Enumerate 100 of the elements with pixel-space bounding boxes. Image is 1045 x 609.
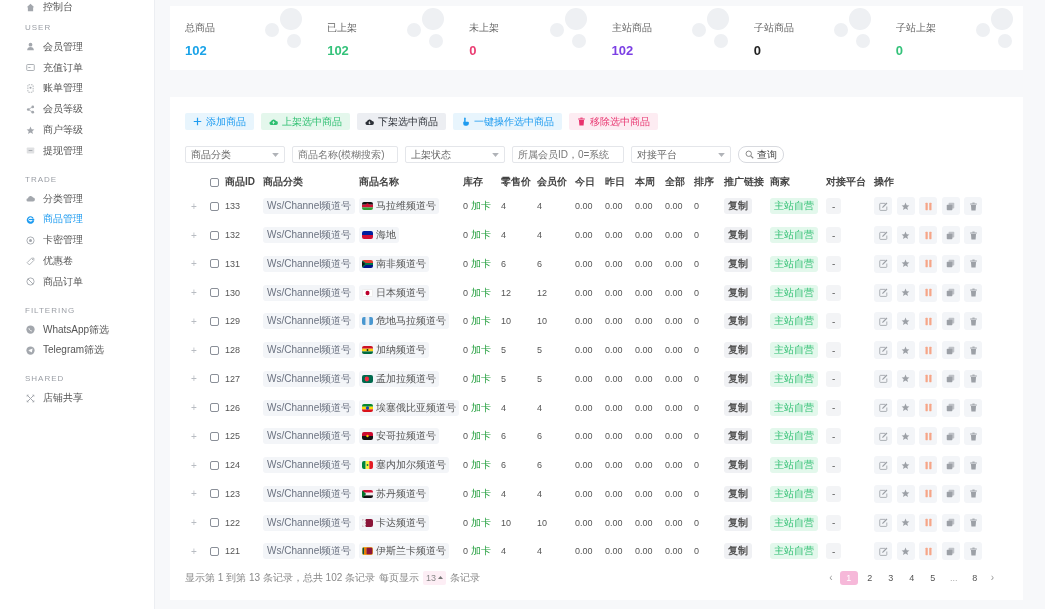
checkbox[interactable] <box>209 374 219 384</box>
checkbox[interactable] <box>209 345 219 355</box>
page-button[interactable]: 5 <box>923 570 942 585</box>
favorite-button[interactable] <box>896 312 915 331</box>
copy-link-button[interactable]: 复制 <box>724 370 752 387</box>
pause-button[interactable] <box>919 398 937 417</box>
copy-button[interactable] <box>941 197 960 216</box>
checkbox[interactable] <box>209 230 219 240</box>
edit-button[interactable] <box>874 283 892 302</box>
pause-button[interactable] <box>919 312 937 331</box>
delete-button[interactable] <box>964 226 982 245</box>
add-card-link[interactable]: 加卡 <box>471 486 491 501</box>
favorite-button[interactable] <box>896 283 915 302</box>
edit-button[interactable] <box>874 456 892 475</box>
copy-link-button[interactable]: 复制 <box>724 428 752 445</box>
copy-button[interactable] <box>941 254 960 273</box>
favorite-button[interactable] <box>896 398 915 417</box>
edit-button[interactable] <box>874 341 892 360</box>
add-card-link[interactable]: 加卡 <box>471 544 491 559</box>
add-card-link[interactable]: 加卡 <box>471 515 491 530</box>
add-card-link[interactable]: 加卡 <box>471 228 491 243</box>
edit-button[interactable] <box>874 312 892 331</box>
copy-button[interactable] <box>941 427 960 446</box>
copy-button[interactable] <box>941 542 960 561</box>
delete-button[interactable] <box>964 398 982 417</box>
favorite-button[interactable] <box>896 427 915 446</box>
checkbox[interactable] <box>209 403 219 413</box>
checkbox[interactable] <box>209 489 219 499</box>
sidebar-item[interactable]: 店铺共享 <box>0 387 154 409</box>
copy-link-button[interactable]: 复制 <box>724 485 752 502</box>
pause-button[interactable] <box>919 542 937 561</box>
pause-button[interactable] <box>919 369 937 388</box>
edit-button[interactable] <box>874 197 892 216</box>
edit-button[interactable] <box>874 398 892 417</box>
copy-button[interactable] <box>941 369 960 388</box>
add-card-link[interactable]: 加卡 <box>471 199 491 214</box>
copy-button[interactable] <box>941 456 960 475</box>
pause-button[interactable] <box>919 197 937 216</box>
add-card-link[interactable]: 加卡 <box>471 256 491 271</box>
pause-button[interactable] <box>919 341 937 360</box>
copy-button[interactable] <box>941 226 960 245</box>
edit-button[interactable] <box>874 427 892 446</box>
select-field[interactable]: 对接平台 <box>631 146 731 163</box>
pause-button[interactable] <box>919 427 937 446</box>
copy-link-button[interactable]: 复制 <box>724 457 752 474</box>
favorite-button[interactable] <box>896 369 915 388</box>
add-card-link[interactable]: 加卡 <box>471 314 491 329</box>
sidebar-item[interactable]: 充值订单 <box>0 57 154 79</box>
page-button[interactable]: 3 <box>881 570 900 585</box>
copy-link-button[interactable]: 复制 <box>724 514 752 531</box>
pause-button[interactable] <box>919 254 937 273</box>
favorite-button[interactable] <box>896 513 915 532</box>
edit-button[interactable] <box>874 484 892 503</box>
sidebar-item[interactable]: 账单管理 <box>0 78 154 99</box>
copy-link-button[interactable]: 复制 <box>724 255 752 272</box>
delete-button[interactable] <box>964 254 982 273</box>
edit-button[interactable] <box>874 542 892 561</box>
favorite-button[interactable] <box>896 542 915 561</box>
copy-link-button[interactable]: 复制 <box>724 313 752 330</box>
page-button[interactable]: 4 <box>902 570 921 585</box>
sidebar-item[interactable]: 分类管理 <box>0 188 154 210</box>
checkbox[interactable] <box>209 460 219 470</box>
favorite-button[interactable] <box>896 226 915 245</box>
add-card-link[interactable]: 加卡 <box>471 343 491 358</box>
copy-button[interactable] <box>941 513 960 532</box>
checkbox[interactable] <box>209 518 219 528</box>
delete-button[interactable] <box>964 542 982 561</box>
pause-button[interactable] <box>919 513 937 532</box>
delete-button[interactable] <box>964 513 982 532</box>
copy-link-button[interactable]: 复制 <box>724 198 752 215</box>
copy-button[interactable] <box>941 398 960 417</box>
page-button[interactable]: 2 <box>860 570 879 585</box>
copy-button[interactable] <box>941 341 960 360</box>
add-card-link[interactable]: 加卡 <box>471 458 491 473</box>
toolbar-button[interactable]: 下架选中商品 <box>357 113 446 130</box>
copy-button[interactable] <box>941 312 960 331</box>
sidebar-item[interactable]: 商品订单 <box>0 271 154 293</box>
sidebar-item[interactable]: Telegram筛选 <box>0 340 154 361</box>
input-field[interactable]: 所属会员ID，0=系统 <box>512 146 624 163</box>
pause-button[interactable] <box>919 484 937 503</box>
page-size-select[interactable]: 13 <box>423 570 447 585</box>
add-card-link[interactable]: 加卡 <box>471 429 491 444</box>
copy-link-button[interactable]: 复制 <box>724 543 752 560</box>
pause-button[interactable] <box>919 456 937 475</box>
checkbox[interactable] <box>209 546 219 556</box>
select-field[interactable]: 商品分类 <box>185 146 285 163</box>
checkbox[interactable] <box>209 316 219 326</box>
sidebar-item[interactable]: 商户等级 <box>0 119 154 141</box>
add-card-link[interactable]: 加卡 <box>471 285 491 300</box>
add-card-link[interactable]: 加卡 <box>471 400 491 415</box>
copy-link-button[interactable]: 复制 <box>724 227 752 244</box>
add-card-link[interactable]: 加卡 <box>471 371 491 386</box>
page-button[interactable]: 8 <box>965 570 984 585</box>
favorite-button[interactable] <box>896 341 915 360</box>
edit-button[interactable] <box>874 226 892 245</box>
delete-button[interactable] <box>964 197 982 216</box>
copy-link-button[interactable]: 复制 <box>724 284 752 301</box>
checkbox[interactable] <box>209 431 219 441</box>
delete-button[interactable] <box>964 456 982 475</box>
sidebar-item[interactable]: 会员等级 <box>0 98 154 120</box>
